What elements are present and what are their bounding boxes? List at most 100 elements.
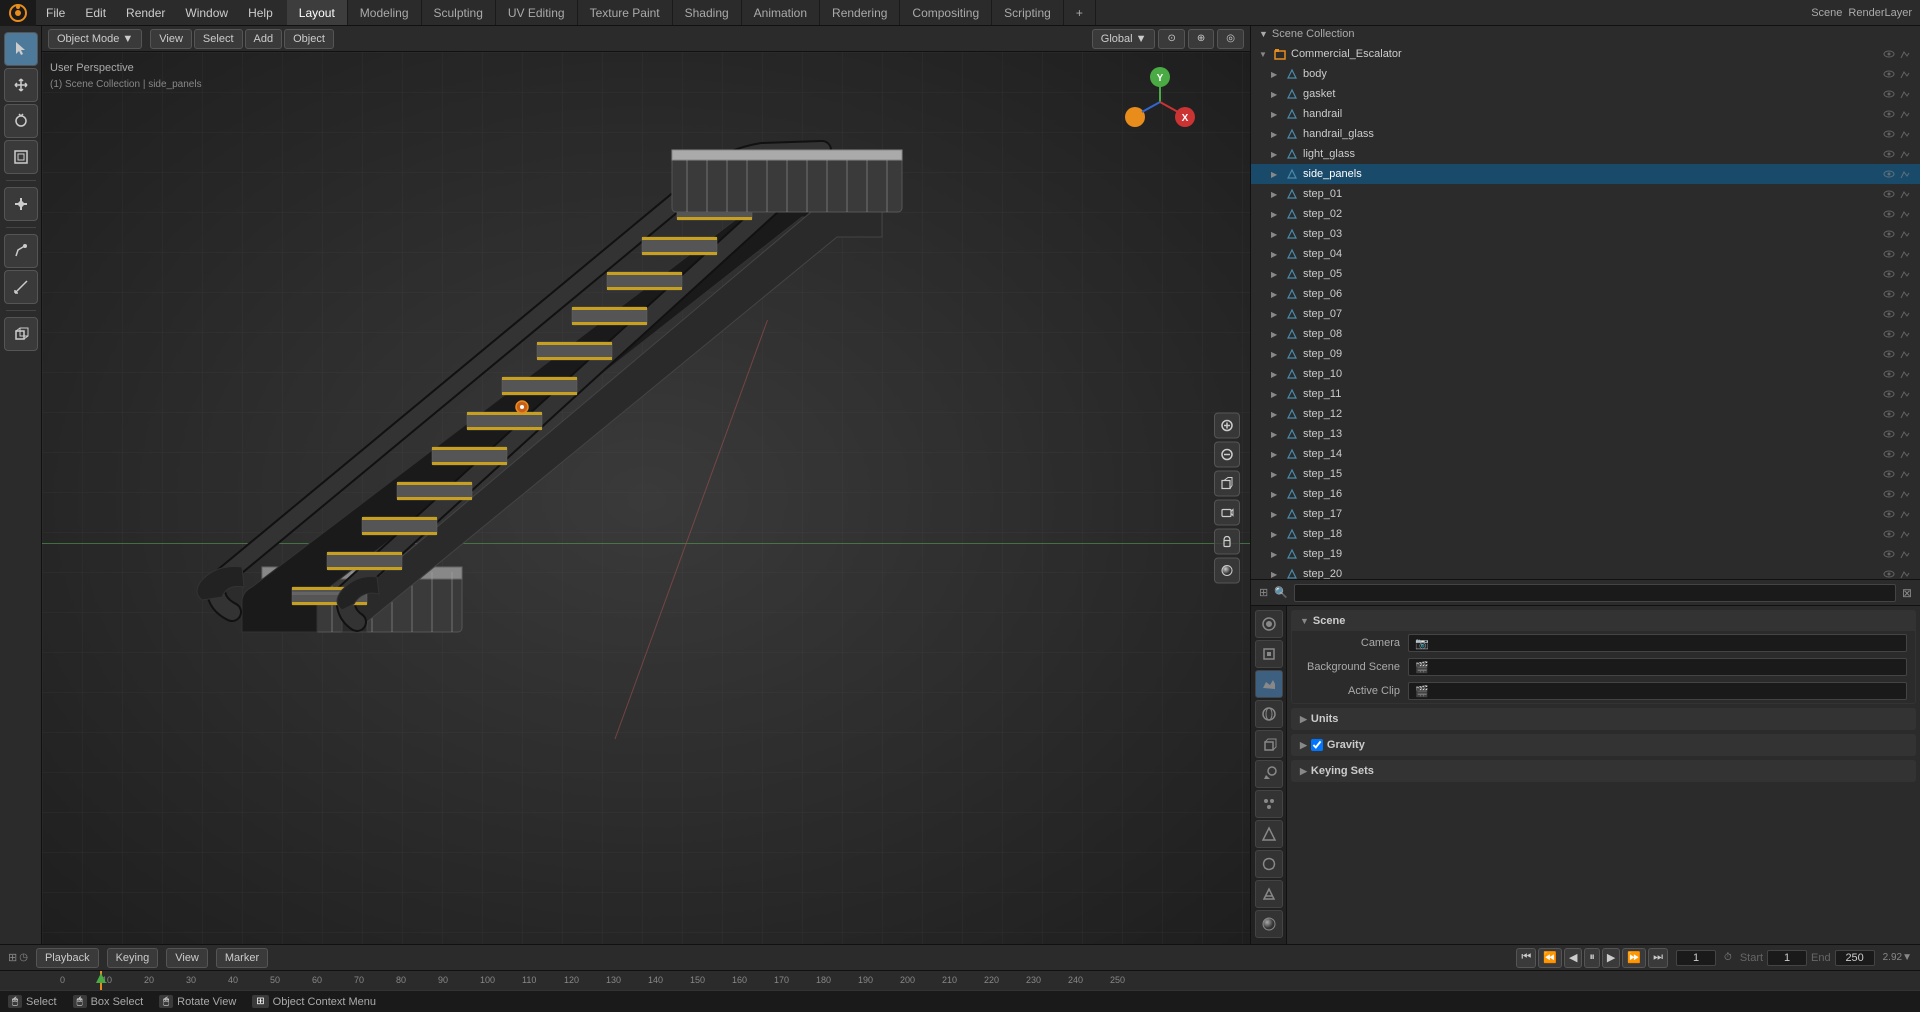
keying-sets-section-header[interactable]: ▶ Keying Sets [1292, 761, 1915, 781]
outliner-item-side_panels[interactable]: ▶side_panels [1251, 164, 1920, 184]
prop-tab-material[interactable] [1255, 910, 1283, 938]
scene-name[interactable]: Scene [1811, 7, 1842, 19]
item-expand-step_08[interactable]: ▶ [1271, 330, 1281, 339]
menu-help[interactable]: Help [238, 0, 283, 25]
select-icon-step_03[interactable] [1898, 227, 1912, 241]
select-icon-step_13[interactable] [1898, 427, 1912, 441]
select-icon-step_04[interactable] [1898, 247, 1912, 261]
select-icon-step_11[interactable] [1898, 387, 1912, 401]
menu-file[interactable]: File [36, 0, 75, 25]
item-expand-Commercial_Escalator[interactable]: ▼ [1259, 50, 1269, 59]
select-icon-step_15[interactable] [1898, 467, 1912, 481]
prop-tab-particles[interactable] [1255, 790, 1283, 818]
item-expand-step_18[interactable]: ▶ [1271, 530, 1281, 539]
main-viewport[interactable]: User Perspective (1) Scene Collection | … [42, 52, 1250, 944]
visibility-icon-step_09[interactable] [1882, 347, 1896, 361]
outliner-item-step_07[interactable]: ▶step_07 [1251, 304, 1920, 324]
play-btn[interactable]: ▶ [1602, 948, 1620, 968]
visibility-icon-step_18[interactable] [1882, 527, 1896, 541]
item-expand-step_20[interactable]: ▶ [1271, 570, 1281, 579]
visibility-icon-side_panels[interactable] [1882, 167, 1896, 181]
gravity-checkbox[interactable] [1311, 739, 1323, 751]
item-expand-body[interactable]: ▶ [1271, 70, 1281, 79]
visibility-icon-step_10[interactable] [1882, 367, 1896, 381]
select-icon-step_14[interactable] [1898, 447, 1912, 461]
select-icon-side_panels[interactable] [1898, 167, 1912, 181]
visibility-icon-handrail[interactable] [1882, 107, 1896, 121]
menu-render[interactable]: Render [116, 0, 175, 25]
transform-tool[interactable] [4, 187, 38, 221]
select-icon-handrail_glass[interactable] [1898, 127, 1912, 141]
snap-toggle[interactable]: ⊕ [1188, 29, 1214, 49]
tab-scripting[interactable]: Scripting [992, 0, 1064, 25]
item-expand-step_04[interactable]: ▶ [1271, 250, 1281, 259]
visibility-icon-step_06[interactable] [1882, 287, 1896, 301]
viewport-gizmo[interactable]: Y X [1120, 62, 1200, 142]
item-expand-step_03[interactable]: ▶ [1271, 230, 1281, 239]
outliner-item-gasket[interactable]: ▶gasket [1251, 84, 1920, 104]
current-frame-display[interactable]: 1 [1676, 950, 1716, 966]
outliner-item-step_17[interactable]: ▶step_17 [1251, 504, 1920, 524]
select-icon-light_glass[interactable] [1898, 147, 1912, 161]
lock-view-btn[interactable] [1214, 529, 1240, 555]
rotate-tool[interactable] [4, 104, 38, 138]
visibility-icon-step_05[interactable] [1882, 267, 1896, 281]
select-icon-step_01[interactable] [1898, 187, 1912, 201]
tab-modeling[interactable]: Modeling [348, 0, 422, 25]
outliner-item-step_11[interactable]: ▶step_11 [1251, 384, 1920, 404]
prop-tab-physics[interactable] [1255, 820, 1283, 848]
prop-tab-modifiers[interactable] [1255, 760, 1283, 788]
item-expand-step_01[interactable]: ▶ [1271, 190, 1281, 199]
outliner-item-step_02[interactable]: ▶step_02 [1251, 204, 1920, 224]
visibility-icon-step_16[interactable] [1882, 487, 1896, 501]
item-expand-step_14[interactable]: ▶ [1271, 450, 1281, 459]
outliner-item-step_06[interactable]: ▶step_06 [1251, 284, 1920, 304]
ortho-perspective-btn[interactable] [1214, 471, 1240, 497]
tab-rendering[interactable]: Rendering [820, 0, 900, 25]
measure-tool[interactable] [4, 270, 38, 304]
visibility-icon-handrail_glass[interactable] [1882, 127, 1896, 141]
item-expand-handrail_glass[interactable]: ▶ [1271, 130, 1281, 139]
outliner-item-step_09[interactable]: ▶step_09 [1251, 344, 1920, 364]
item-expand-light_glass[interactable]: ▶ [1271, 150, 1281, 159]
select-icon-step_06[interactable] [1898, 287, 1912, 301]
outliner-item-step_18[interactable]: ▶step_18 [1251, 524, 1920, 544]
item-expand-step_13[interactable]: ▶ [1271, 430, 1281, 439]
item-expand-step_02[interactable]: ▶ [1271, 210, 1281, 219]
select-icon-Commercial_Escalator[interactable] [1898, 47, 1912, 61]
camera-value[interactable]: 📷 [1408, 634, 1907, 652]
visibility-icon-step_20[interactable] [1882, 567, 1896, 579]
outliner-item-handrail[interactable]: ▶handrail [1251, 104, 1920, 124]
jump-start-btn[interactable]: ⏮ [1516, 948, 1536, 968]
select-icon-step_07[interactable] [1898, 307, 1912, 321]
visibility-icon-step_13[interactable] [1882, 427, 1896, 441]
add-menu[interactable]: Add [245, 29, 283, 49]
viewport-shading-btn[interactable] [1214, 558, 1240, 584]
select-icon-step_20[interactable] [1898, 567, 1912, 579]
outliner-item-step_08[interactable]: ▶step_08 [1251, 324, 1920, 344]
select-icon-step_17[interactable] [1898, 507, 1912, 521]
visibility-icon-gasket[interactable] [1882, 87, 1896, 101]
outliner-item-handrail_glass[interactable]: ▶handrail_glass [1251, 124, 1920, 144]
play-reverse-btn[interactable]: ◀ [1564, 948, 1582, 968]
item-expand-step_16[interactable]: ▶ [1271, 490, 1281, 499]
stop-btn[interactable]: ⏸ [1584, 948, 1600, 968]
pivot-dropdown[interactable]: ⊙ [1158, 29, 1184, 49]
prop-tab-world[interactable] [1255, 700, 1283, 728]
select-menu[interactable]: Select [194, 29, 243, 49]
tab-animation[interactable]: Animation [742, 0, 820, 25]
tab-add[interactable]: + [1064, 0, 1096, 25]
item-expand-step_17[interactable]: ▶ [1271, 510, 1281, 519]
select-icon-step_10[interactable] [1898, 367, 1912, 381]
select-icon-step_12[interactable] [1898, 407, 1912, 421]
tab-compositing[interactable]: Compositing [900, 0, 992, 25]
move-tool[interactable] [4, 68, 38, 102]
select-icon-body[interactable] [1898, 67, 1912, 81]
zoom-out-btn[interactable] [1214, 442, 1240, 468]
visibility-icon-step_14[interactable] [1882, 447, 1896, 461]
prop-tab-data[interactable] [1255, 880, 1283, 908]
tab-layout[interactable]: Layout [287, 0, 348, 25]
prop-tab-object[interactable] [1255, 730, 1283, 758]
outliner-item-step_20[interactable]: ▶step_20 [1251, 564, 1920, 579]
item-expand-step_10[interactable]: ▶ [1271, 370, 1281, 379]
